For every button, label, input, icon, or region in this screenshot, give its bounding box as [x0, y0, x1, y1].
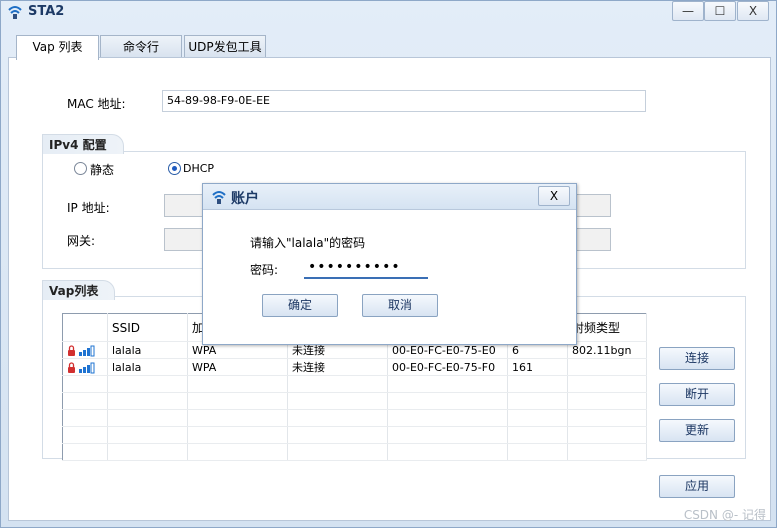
refresh-button[interactable]: 更新	[659, 419, 735, 442]
empty-row	[62, 426, 647, 444]
main-window: STA2 — ☐ X Vap 列表 命令行 UDP发包工具 MAC 地址: 54…	[0, 0, 777, 528]
window-title: STA2	[28, 4, 65, 19]
static-radio[interactable]	[74, 162, 87, 175]
title-bar[interactable]: STA2 — ☐ X	[1, 1, 776, 23]
close-button[interactable]: X	[737, 1, 769, 21]
vap-list-group-title: Vap列表	[42, 280, 116, 300]
password-label: 密码:	[250, 263, 279, 277]
signal-cell	[62, 358, 108, 376]
status-cell: 未连接	[287, 358, 388, 376]
column-header-ssid[interactable]: SSID	[107, 313, 188, 342]
connect-button[interactable]: 连接	[659, 347, 735, 370]
column-header	[62, 313, 108, 342]
empty-row	[62, 409, 647, 427]
mac-label: MAC 地址:	[67, 97, 126, 111]
apply-button[interactable]: 应用	[659, 475, 735, 498]
radio-type-cell: 802.11bgn	[567, 341, 647, 359]
gateway-label: 网关:	[67, 234, 96, 248]
cancel-button[interactable]: 取消	[362, 294, 438, 317]
empty-row	[62, 392, 647, 410]
account-dialog: 账户 X 请输入"lalala"的密码 密码: •••••••••• 确定 取消	[202, 183, 577, 345]
dialog-title-bar[interactable]: 账户 X	[203, 184, 576, 210]
security-cell: WPA	[187, 358, 288, 376]
lock-signal-icon	[68, 361, 95, 373]
maximize-button[interactable]: ☐	[704, 1, 736, 21]
radio-type-cell	[567, 358, 647, 376]
mac-cell: 00-E0-FC-E0-75-F0	[387, 358, 508, 376]
static-radio-label: 静态	[90, 163, 115, 177]
app-icon	[8, 6, 22, 19]
channel-cell: 161	[507, 358, 568, 376]
dhcp-radio[interactable]	[168, 162, 181, 175]
password-input[interactable]: ••••••••••	[304, 256, 428, 279]
dialog-title: 账户	[231, 191, 259, 207]
signal-cell	[62, 341, 108, 359]
app-icon	[212, 191, 226, 204]
watermark: CSDN @- 记得	[683, 508, 766, 522]
disconnect-button[interactable]: 断开	[659, 383, 735, 406]
empty-row	[62, 443, 647, 461]
dhcp-radio-label: DHCP	[183, 162, 215, 175]
column-header-radio-type[interactable]: 射频类型	[567, 313, 647, 342]
ssid-cell: lalala	[107, 341, 188, 359]
ok-button[interactable]: 确定	[262, 294, 338, 317]
empty-row	[62, 375, 647, 393]
ipv4-group-title: IPv4 配置	[42, 134, 124, 154]
ssid-cell: lalala	[107, 358, 188, 376]
minimize-button[interactable]: —	[672, 1, 704, 21]
table-row[interactable]: lalala WPA 未连接 00-E0-FC-E0-75-F0 161	[62, 358, 647, 376]
tab-command-line[interactable]: 命令行	[100, 35, 182, 59]
ip-address-label: IP 地址:	[67, 201, 110, 215]
mac-address-field[interactable]: 54-89-98-F9-0E-EE	[162, 90, 646, 112]
password-prompt: 请输入"lalala"的密码	[250, 236, 366, 250]
dialog-close-button[interactable]: X	[538, 186, 570, 206]
tab-vap-list[interactable]: Vap 列表	[16, 35, 99, 60]
tab-udp-tool[interactable]: UDP发包工具	[184, 35, 266, 59]
lock-signal-icon	[68, 344, 95, 356]
